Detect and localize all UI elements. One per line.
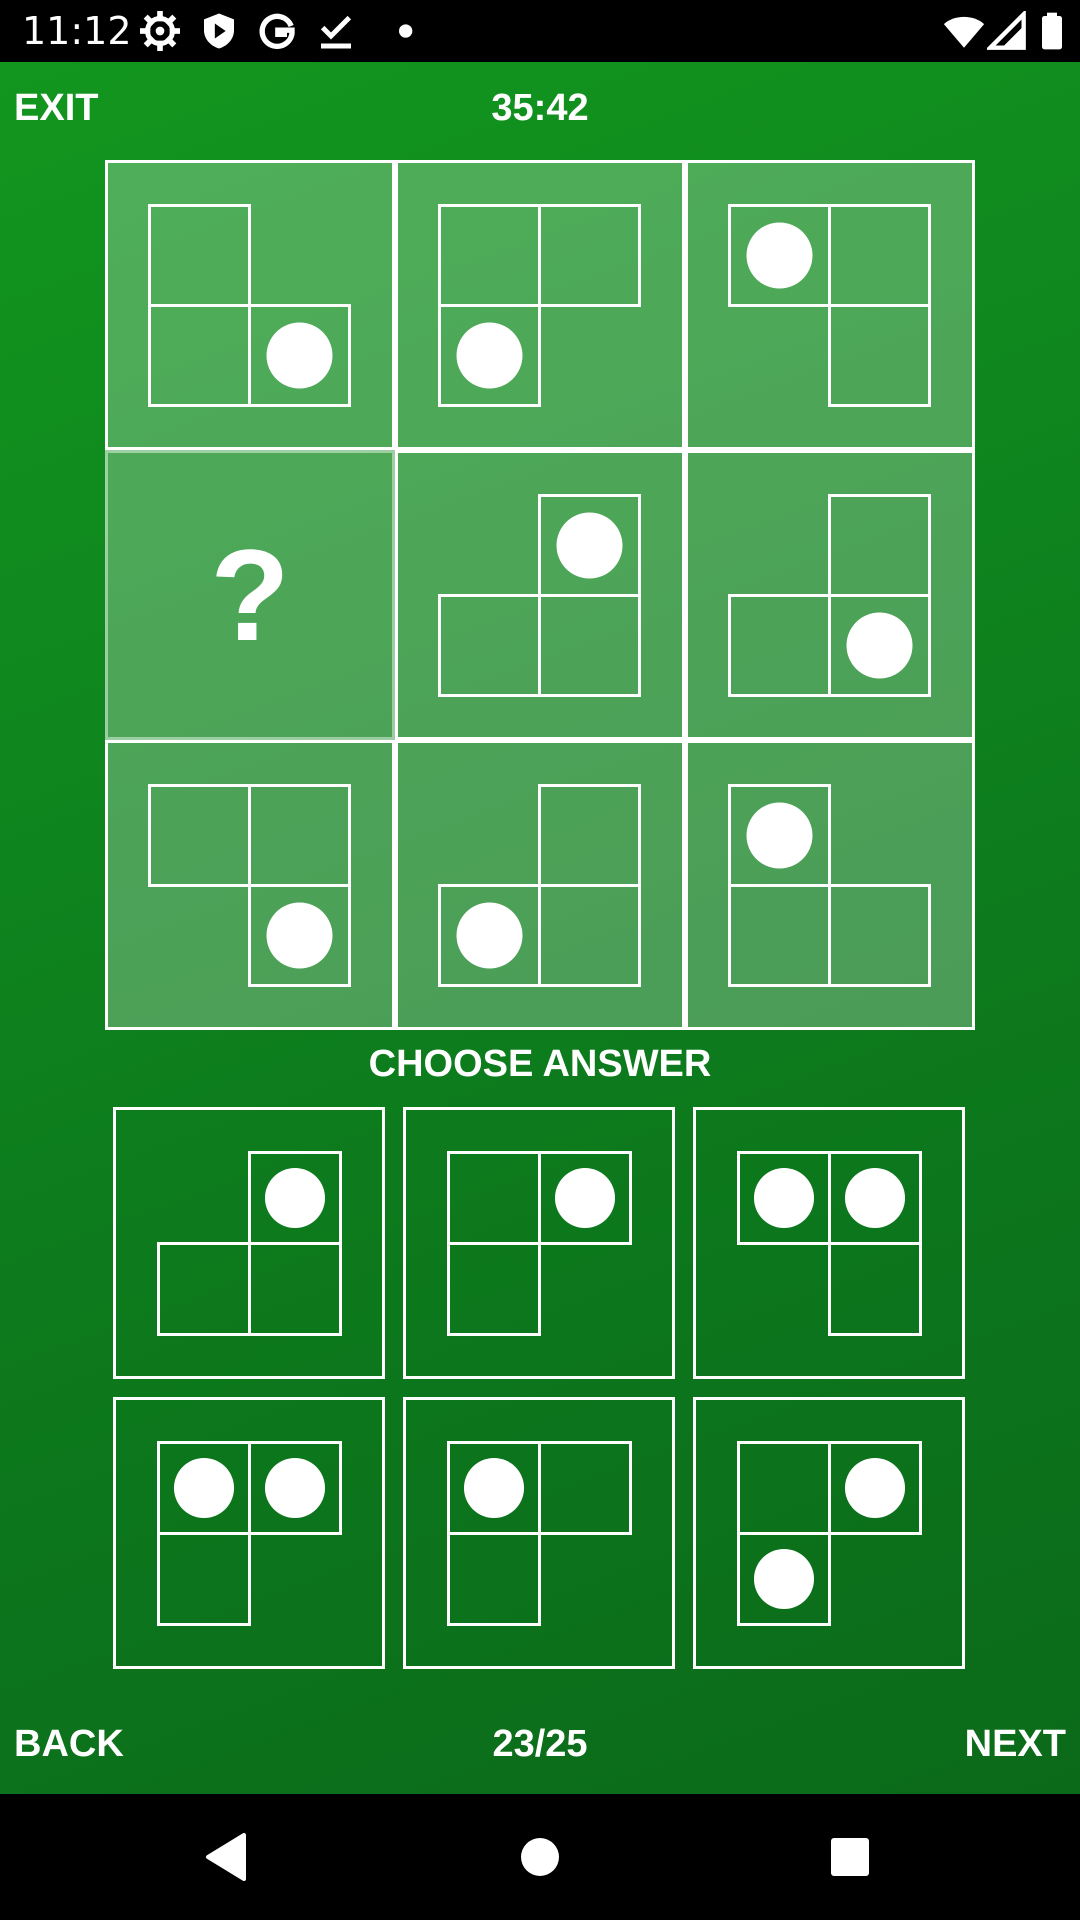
shape-square <box>438 594 541 697</box>
white-dot <box>753 1167 815 1229</box>
puzzle-cell <box>105 740 395 1030</box>
answer-option-5[interactable] <box>403 1397 675 1669</box>
puzzle-cell <box>105 160 395 450</box>
white-dot <box>844 1167 906 1229</box>
white-dot <box>746 802 813 869</box>
shape-square <box>737 1441 831 1535</box>
puzzle-cell <box>685 450 975 740</box>
status-bar: 11:12 <box>0 0 1080 62</box>
white-dot <box>264 1167 326 1229</box>
download-done-icon <box>320 15 352 49</box>
white-dot <box>173 1457 235 1519</box>
shape-square <box>828 884 931 987</box>
l-shape-figure <box>438 784 641 987</box>
shape-square <box>157 1532 251 1626</box>
answer-option-1[interactable] <box>113 1107 385 1379</box>
l-shape-figure <box>728 784 931 987</box>
shape-square <box>248 784 351 887</box>
white-dot <box>846 612 913 679</box>
answer-option-2[interactable] <box>403 1107 675 1379</box>
timer: 35:42 <box>491 87 589 129</box>
battery-icon <box>1042 12 1062 50</box>
wifi-icon <box>943 16 985 48</box>
white-dot <box>556 512 623 579</box>
dot-icon <box>399 24 413 38</box>
shape-square <box>538 1441 632 1535</box>
status-time: 11:12 <box>22 9 132 53</box>
shape-square <box>248 1242 342 1336</box>
l-shape-figure <box>157 1441 342 1626</box>
puzzle-cell <box>685 160 975 450</box>
l-shape-figure <box>148 784 351 987</box>
shape-square <box>148 304 251 407</box>
quiz-screen: EXIT 35:42 ? CHOOSE ANSWER BACK 23/25 NE… <box>0 62 1080 1794</box>
answer-option-4[interactable] <box>113 1397 385 1669</box>
white-dot <box>463 1457 525 1519</box>
navigation-bar <box>0 1794 1080 1920</box>
white-dot <box>456 322 523 389</box>
white-dot <box>266 322 333 389</box>
l-shape-figure <box>447 1441 632 1626</box>
shield-play-icon <box>204 13 234 49</box>
shape-square <box>438 204 541 307</box>
l-shape-figure <box>447 1151 632 1336</box>
gear-icon <box>140 11 180 51</box>
google-icon <box>259 13 295 49</box>
l-shape-figure <box>737 1441 922 1626</box>
puzzle-cell <box>395 740 685 1030</box>
shape-square <box>538 204 641 307</box>
puzzle-cell <box>395 450 685 740</box>
shape-square <box>828 304 931 407</box>
shape-square <box>157 1242 251 1336</box>
next-button[interactable]: NEXT <box>965 1722 1066 1766</box>
shape-square <box>447 1242 541 1336</box>
recents-square-icon[interactable] <box>820 1827 880 1887</box>
shape-square <box>538 784 641 887</box>
white-dot <box>753 1548 815 1610</box>
shape-square <box>728 884 831 987</box>
shape-square <box>447 1151 541 1245</box>
puzzle-grid: ? <box>105 160 975 1030</box>
white-dot <box>844 1457 906 1519</box>
missing-cell: ? <box>105 450 395 740</box>
signal-icon <box>987 11 1026 50</box>
l-shape-figure <box>728 204 931 407</box>
l-shape-figure <box>148 204 351 407</box>
question-mark: ? <box>210 522 290 668</box>
puzzle-cell <box>395 160 685 450</box>
shape-square <box>538 884 641 987</box>
l-shape-figure <box>728 494 931 697</box>
back-triangle-icon[interactable] <box>196 1827 256 1887</box>
white-dot <box>266 902 333 969</box>
l-shape-figure <box>737 1151 922 1336</box>
question-progress: 23/25 <box>492 1723 588 1765</box>
shape-square <box>148 784 251 887</box>
shape-square <box>538 594 641 697</box>
answer-option-6[interactable] <box>693 1397 965 1669</box>
shape-square <box>828 1242 922 1336</box>
white-dot <box>264 1457 326 1519</box>
l-shape-figure <box>157 1151 342 1336</box>
shape-square <box>148 204 251 307</box>
shape-square <box>828 494 931 597</box>
shape-square <box>447 1532 541 1626</box>
puzzle-cell <box>685 740 975 1030</box>
white-dot <box>554 1167 616 1229</box>
answer-option-3[interactable] <box>693 1107 965 1379</box>
home-circle-icon[interactable] <box>510 1827 570 1887</box>
white-dot <box>746 222 813 289</box>
shape-square <box>728 594 831 697</box>
shape-square <box>828 204 931 307</box>
choose-answer-label: CHOOSE ANSWER <box>368 1043 712 1085</box>
white-dot <box>456 902 523 969</box>
l-shape-figure <box>438 494 641 697</box>
l-shape-figure <box>438 204 641 407</box>
